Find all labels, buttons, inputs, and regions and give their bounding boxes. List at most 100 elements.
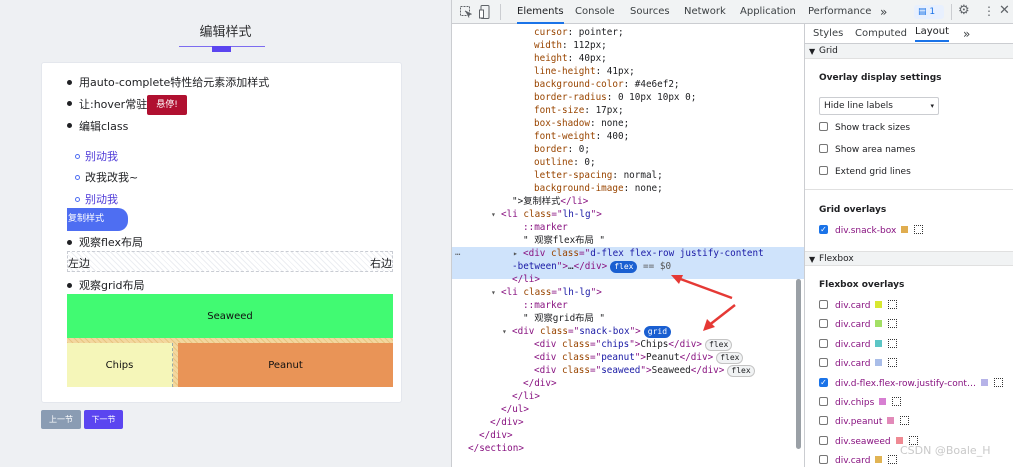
checkbox[interactable]	[819, 338, 828, 348]
more-tabs-icon[interactable]: »	[963, 22, 970, 46]
color-swatch[interactable]	[980, 378, 988, 386]
kebab-menu-icon[interactable]: ⋮	[983, 4, 995, 18]
dom-line[interactable]: line-height: 41px;	[534, 65, 635, 78]
dom-line[interactable]: <div class="seaweed">Seaweed</div> flex	[534, 364, 755, 377]
checkbox[interactable]	[819, 416, 828, 426]
flexbox-section-header[interactable]: ▼ Flexbox	[805, 251, 1013, 266]
tab-application[interactable]: Application	[740, 0, 796, 24]
dom-line[interactable]: font-weight: 400;	[534, 130, 629, 143]
grid-section-header[interactable]: ▼ Grid	[805, 44, 1013, 59]
overlay-item[interactable]: ✓ div.snack-box	[819, 224, 924, 238]
sub-link[interactable]: 别动我	[85, 148, 118, 164]
overlay-item[interactable]: div.card	[819, 299, 898, 313]
scrollbar[interactable]	[796, 279, 801, 449]
dom-line[interactable]: ▾ <li class="lh-lg">	[491, 286, 602, 299]
expand-arrow-icon[interactable]: ▾	[491, 208, 496, 221]
highlight-element-icon[interactable]	[888, 455, 898, 465]
highlight-element-icon[interactable]	[914, 225, 924, 234]
tab-computed[interactable]: Computed	[855, 22, 907, 46]
layout-badge[interactable]: flex	[716, 352, 744, 364]
overlay-item[interactable]: div.card	[819, 338, 898, 352]
node-actions-icon[interactable]: …	[455, 248, 460, 258]
checkbox[interactable]	[819, 122, 828, 131]
copy-style-button[interactable]: 复制样式	[67, 208, 128, 231]
color-swatch[interactable]	[875, 320, 883, 328]
next-button[interactable]: 下一节	[84, 410, 123, 429]
issues-badge[interactable]: ▤ 1	[914, 5, 944, 19]
color-swatch[interactable]	[879, 398, 887, 405]
dom-line[interactable]: border: 0;	[534, 143, 590, 156]
option-area-names[interactable]: Show area names	[819, 143, 915, 157]
option-extend-lines[interactable]: Extend grid lines	[819, 165, 911, 179]
color-swatch[interactable]	[875, 456, 883, 464]
dom-line[interactable]: </div>	[479, 429, 513, 442]
close-icon[interactable]: ✕	[999, 3, 1010, 18]
dom-line[interactable]: width: 112px;	[534, 39, 607, 52]
expand-arrow-icon[interactable]: ▾	[491, 286, 496, 299]
highlight-element-icon[interactable]	[888, 338, 898, 348]
checkbox[interactable]	[819, 300, 828, 309]
tab-layout[interactable]: Layout	[915, 22, 949, 42]
checkbox[interactable]	[819, 358, 828, 368]
dom-line[interactable]: border-radius: 0 10px 10px 0;	[534, 91, 696, 104]
checkbox[interactable]	[819, 144, 828, 153]
dom-line[interactable]: </li>	[512, 273, 540, 286]
layout-badge[interactable]: flex	[705, 339, 733, 351]
dom-line[interactable]: <div class="peanut">Peanut</div> flex	[534, 351, 744, 364]
dom-line[interactable]: " 观察flex布局 "	[523, 234, 605, 247]
device-toggle-icon[interactable]	[479, 5, 491, 19]
dom-line[interactable]: ▾ <div class="snack-box"> grid	[502, 325, 672, 338]
tab-styles[interactable]: Styles	[813, 22, 843, 46]
dom-line[interactable]: box-shadow: none;	[534, 117, 629, 130]
dom-line[interactable]: cursor: pointer;	[534, 26, 624, 39]
dom-line[interactable]: outline: 0;	[534, 156, 596, 169]
inspect-icon[interactable]	[460, 6, 472, 18]
checkbox[interactable]	[819, 435, 828, 445]
collapsed-arrow-icon[interactable]: ▸	[513, 247, 518, 260]
color-swatch[interactable]	[875, 301, 883, 308]
dom-line[interactable]: ::marker	[523, 221, 568, 234]
layout-badge[interactable]: flex	[610, 261, 638, 273]
highlight-element-icon[interactable]	[888, 358, 898, 368]
checkbox[interactable]	[819, 166, 828, 175]
layout-badge[interactable]: flex	[727, 365, 755, 377]
checkbox[interactable]	[819, 455, 828, 465]
overlay-item[interactable]: div.peanut	[819, 415, 910, 429]
dom-line[interactable]: </ul>	[501, 403, 529, 416]
dom-line[interactable]: ::marker	[523, 299, 568, 312]
color-swatch[interactable]	[895, 436, 903, 444]
hover-button[interactable]: 悬停!	[147, 95, 187, 115]
tab-network[interactable]: Network	[684, 0, 726, 24]
dom-line[interactable]: letter-spacing: normal;	[534, 169, 663, 182]
more-tabs-icon[interactable]: »	[880, 0, 887, 24]
option-track-sizes[interactable]: Show track sizes	[819, 121, 910, 135]
sub-link[interactable]: 别动我	[85, 191, 118, 207]
dom-line[interactable]: </li>	[512, 390, 540, 403]
dom-line[interactable]: font-size: 17px;	[534, 104, 624, 117]
tab-elements[interactable]: Elements	[517, 0, 564, 24]
color-swatch[interactable]	[875, 359, 883, 367]
color-swatch[interactable]	[887, 417, 895, 425]
overlay-item[interactable]: div.chips	[819, 396, 902, 410]
dom-line[interactable]: -between">…</div> flex == $0	[512, 260, 671, 273]
checkbox[interactable]	[819, 397, 828, 406]
dom-line[interactable]: </div>	[523, 377, 557, 390]
expand-arrow-icon[interactable]: ▾	[502, 325, 507, 338]
gear-icon[interactable]: ⚙	[958, 3, 970, 18]
highlight-element-icon[interactable]	[888, 300, 898, 309]
dom-line[interactable]: " 观察grid布局 "	[523, 312, 605, 325]
checkbox-checked[interactable]: ✓	[819, 377, 828, 387]
color-swatch[interactable]	[875, 339, 883, 347]
highlight-element-icon[interactable]	[900, 416, 910, 426]
line-labels-select[interactable]: Hide line labels ▾	[819, 97, 939, 115]
dom-line[interactable]: ▾ <li class="lh-lg">	[491, 208, 602, 221]
tab-performance[interactable]: Performance	[808, 0, 871, 24]
prev-button[interactable]: 上一节	[41, 410, 81, 429]
layout-badge[interactable]: grid	[643, 326, 672, 338]
overlay-item[interactable]: div.card	[819, 357, 898, 371]
checkbox-checked[interactable]: ✓	[819, 225, 828, 234]
overlay-item[interactable]: div.card	[819, 318, 898, 332]
highlight-element-icon[interactable]	[993, 377, 1003, 387]
dom-line[interactable]: </section>	[468, 442, 524, 455]
dom-line[interactable]: <div class="chips">Chips</div> flex	[534, 338, 733, 351]
